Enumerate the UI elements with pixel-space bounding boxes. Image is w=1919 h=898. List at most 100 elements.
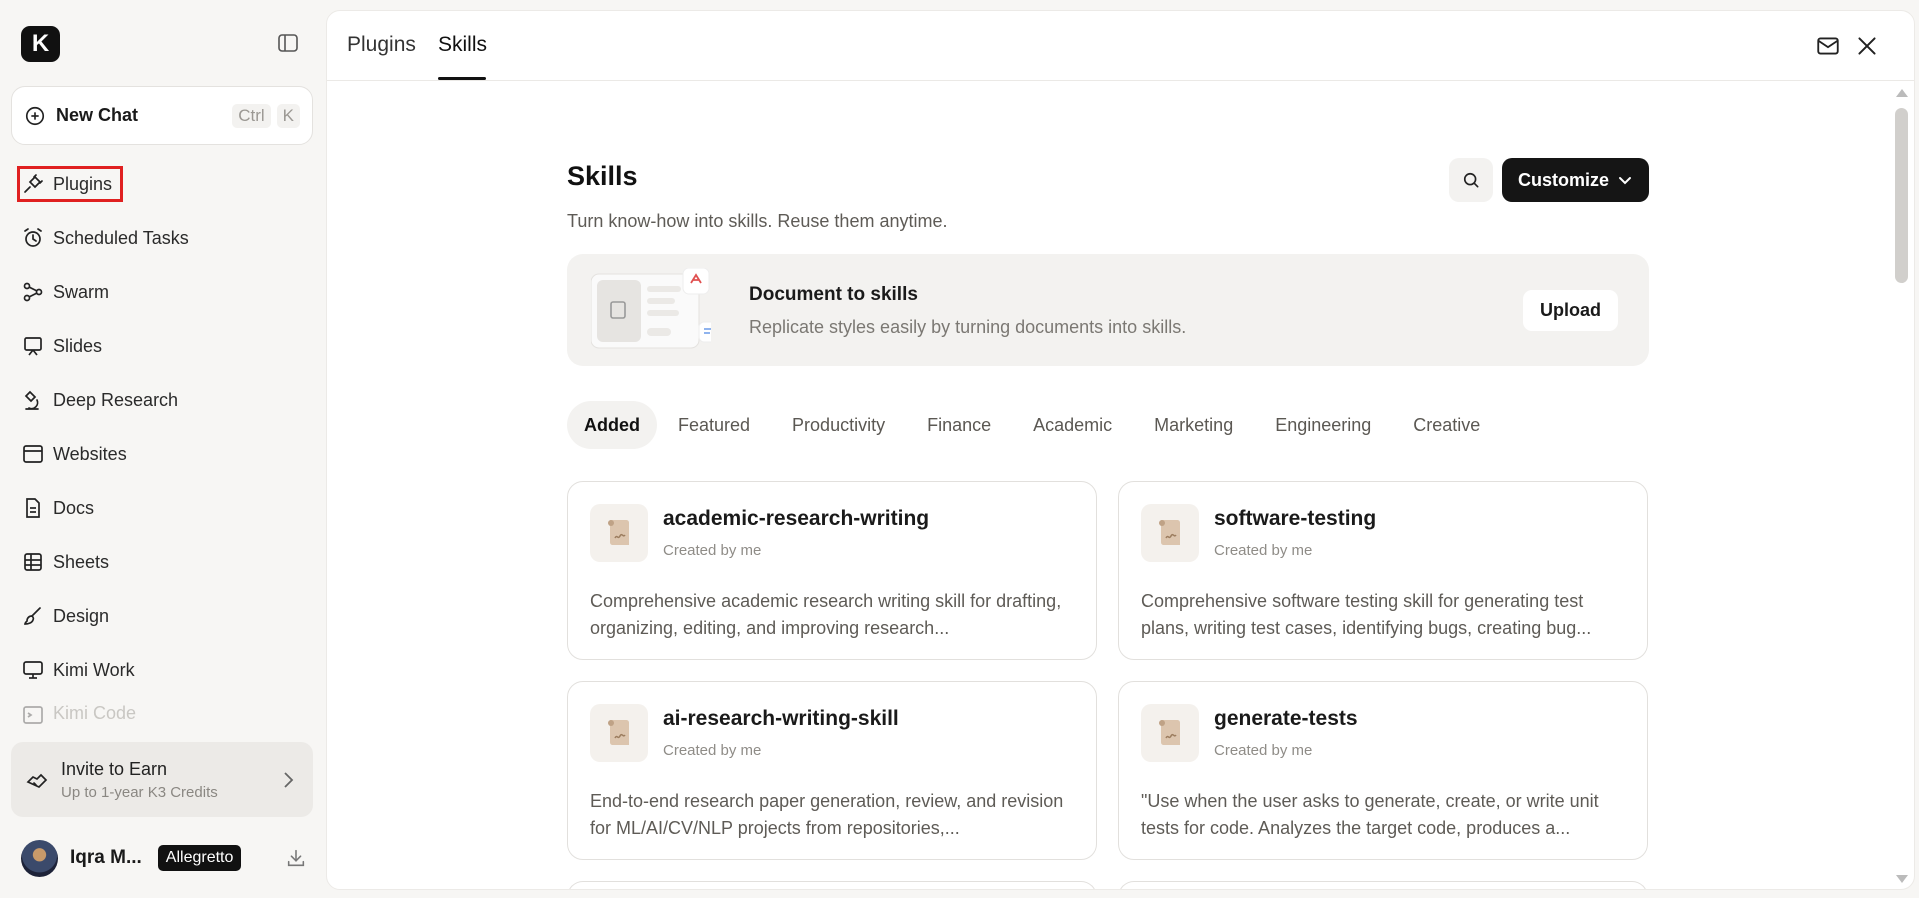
sidebar-item-label: Sheets <box>53 551 110 572</box>
skill-description: "Use when the user asks to generate, cre… <box>1141 791 1599 838</box>
sidebar-item-websites[interactable]: Websites <box>11 427 313 481</box>
filter-engineering[interactable]: Engineering <box>1254 401 1392 449</box>
scrollbar-thumb[interactable] <box>1895 108 1908 283</box>
doc-card-description: Replicate styles easily by turning docum… <box>749 317 1187 337</box>
skill-card-partial[interactable] <box>567 881 1097 889</box>
sidebar-item-docs[interactable]: Docs <box>11 481 313 535</box>
skill-scroll-icon <box>590 704 648 762</box>
shortcut-key-k: K <box>276 103 300 128</box>
sidebar-item-label: Slides <box>53 335 103 356</box>
sidebar-item-label: Websites <box>53 443 127 464</box>
kimi-logo[interactable]: K <box>21 26 60 62</box>
plug-icon <box>21 172 45 196</box>
search-button[interactable] <box>1449 158 1493 202</box>
filter-academic[interactable]: Academic <box>1012 401 1133 449</box>
sidebar-item-label: Kimi Code <box>53 703 137 723</box>
skill-title: software-testing <box>1214 507 1377 530</box>
skill-card-partial[interactable] <box>1118 881 1648 889</box>
sidebar-item-label: Plugins <box>53 173 113 194</box>
filter-creative[interactable]: Creative <box>1392 401 1501 449</box>
sidebar-item-swarm[interactable]: Swarm <box>11 265 313 319</box>
scroll-up-arrow-icon[interactable] <box>1896 89 1908 97</box>
handshake-icon <box>25 768 49 792</box>
sidebar-item-scheduled-tasks[interactable]: Scheduled Tasks <box>11 211 313 265</box>
sidebar-nav: Plugins Scheduled Tasks Swarm Slides Dee… <box>11 157 313 727</box>
customize-button[interactable]: Customize <box>1502 158 1649 202</box>
invite-to-earn-card[interactable]: Invite to Earn Up to 1-year K3 Credits <box>11 742 313 817</box>
skill-description: End-to-end research paper generation, re… <box>590 791 1064 838</box>
close-icon[interactable] <box>1854 33 1880 59</box>
brush-icon <box>21 604 45 628</box>
alarm-clock-icon <box>21 226 45 250</box>
page-subtitle: Turn know-how into skills. Reuse them an… <box>567 211 948 231</box>
scroll-down-arrow-icon[interactable] <box>1896 875 1908 883</box>
new-chat-label: New Chat <box>56 105 139 125</box>
sidebar-item-plugins[interactable]: Plugins <box>11 157 313 211</box>
skill-scroll-icon <box>1141 704 1199 762</box>
avatar[interactable] <box>21 839 58 877</box>
sidebar-item-label: Deep Research <box>53 389 179 410</box>
monitor-icon <box>21 658 45 682</box>
skill-card[interactable]: ai-research-writing-skill Created by me … <box>567 681 1097 860</box>
skill-creator: Created by me <box>1214 542 1313 559</box>
microscope-icon <box>21 388 45 412</box>
terminal-icon <box>21 703 45 727</box>
user-name: Iqra M... <box>70 847 142 868</box>
sidebar-item-deep-research[interactable]: Deep Research <box>11 373 313 427</box>
filter-finance[interactable]: Finance <box>906 401 1012 449</box>
skill-title: generate-tests <box>1214 707 1358 730</box>
sidebar-item-label: Swarm <box>53 281 110 302</box>
new-chat-button[interactable]: New Chat Ctrl K <box>11 86 313 145</box>
sidebar-item-kimi-code[interactable]: Kimi Code <box>11 697 313 727</box>
skill-scroll-icon <box>590 504 648 562</box>
sidebar-item-label: Kimi Work <box>53 659 135 680</box>
table-icon <box>21 550 45 574</box>
sidebar-toggle-icon[interactable] <box>276 31 300 55</box>
chevron-right-icon <box>281 770 295 790</box>
browser-icon <box>21 442 45 466</box>
skill-description: Comprehensive software testing skill for… <box>1141 591 1592 638</box>
skill-description: Comprehensive academic research writing … <box>590 591 1062 638</box>
category-filters: Added Featured Productivity Finance Acad… <box>567 401 1501 449</box>
presentation-icon <box>21 334 45 358</box>
page-title: Skills <box>567 161 638 191</box>
active-tab-indicator <box>438 77 486 80</box>
chevron-down-icon <box>1617 172 1633 188</box>
skill-creator: Created by me <box>663 542 762 559</box>
invite-subtitle: Up to 1-year K3 Credits <box>61 783 218 801</box>
skill-title: ai-research-writing-skill <box>663 707 899 730</box>
filter-featured[interactable]: Featured <box>657 401 771 449</box>
skill-scroll-icon <box>1141 504 1199 562</box>
skill-card[interactable]: software-testing Created by me Comprehen… <box>1118 481 1648 660</box>
shortcut-key-ctrl: Ctrl <box>232 103 271 128</box>
skill-creator: Created by me <box>1214 742 1313 759</box>
invite-title: Invite to Earn <box>61 758 168 779</box>
filter-marketing[interactable]: Marketing <box>1133 401 1254 449</box>
sidebar-item-sheets[interactable]: Sheets <box>11 535 313 589</box>
sidebar-item-label: Docs <box>53 497 95 518</box>
filter-productivity[interactable]: Productivity <box>771 401 906 449</box>
download-icon[interactable] <box>285 847 307 869</box>
sidebar-item-slides[interactable]: Slides <box>11 319 313 373</box>
filter-added[interactable]: Added <box>567 401 657 449</box>
sidebar-item-kimi-work[interactable]: Kimi Work <box>11 643 313 697</box>
new-chat-shortcut: Ctrl K <box>232 103 300 128</box>
sidebar: K New Chat Ctrl K Plugins Scheduled Task… <box>0 0 325 898</box>
tab-skills[interactable]: Skills <box>438 33 487 57</box>
upload-button[interactable]: Upload <box>1523 290 1618 331</box>
skill-creator: Created by me <box>663 742 762 759</box>
document-illustration-icon <box>591 268 711 358</box>
sidebar-item-design[interactable]: Design <box>11 589 313 643</box>
plus-circle-icon <box>24 105 46 127</box>
user-profile[interactable]: Iqra M... Allegretto <box>21 839 311 877</box>
skill-title: academic-research-writing <box>663 507 930 530</box>
skill-card[interactable]: generate-tests Created by me "Use when t… <box>1118 681 1648 860</box>
swarm-icon <box>21 280 45 304</box>
tab-plugins[interactable]: Plugins <box>347 33 416 57</box>
sidebar-item-label: Design <box>53 605 110 626</box>
sidebar-item-label: Scheduled Tasks <box>53 227 189 248</box>
skills-panel: Plugins Skills Skills Turn know-how into… <box>326 10 1915 890</box>
skill-card[interactable]: academic-research-writing Created by me … <box>567 481 1097 660</box>
plan-badge: Allegretto <box>157 845 242 871</box>
mail-icon[interactable] <box>1815 33 1841 59</box>
